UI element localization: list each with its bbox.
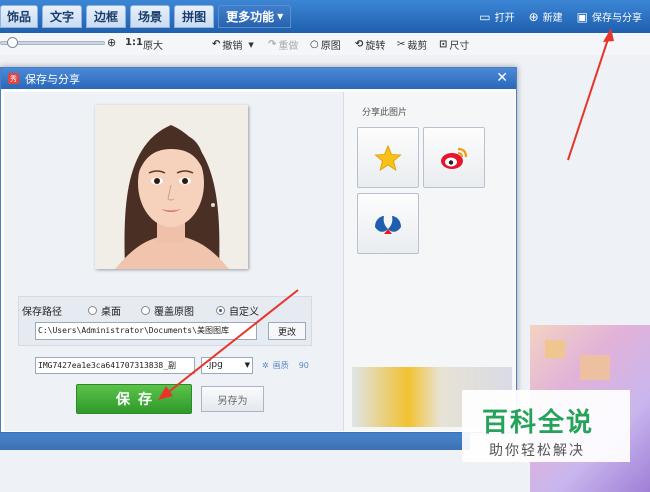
watermark-subtitle: 助你轻松解决 [489,443,585,459]
watermark-title: 百科全说 [482,408,595,438]
arrow-to-save-share [567,35,610,161]
arrow-to-save-button [165,289,299,395]
watermark: 百科全说 助你轻松解决 [462,390,630,462]
arrowhead [603,28,614,42]
arrowhead [158,386,173,400]
